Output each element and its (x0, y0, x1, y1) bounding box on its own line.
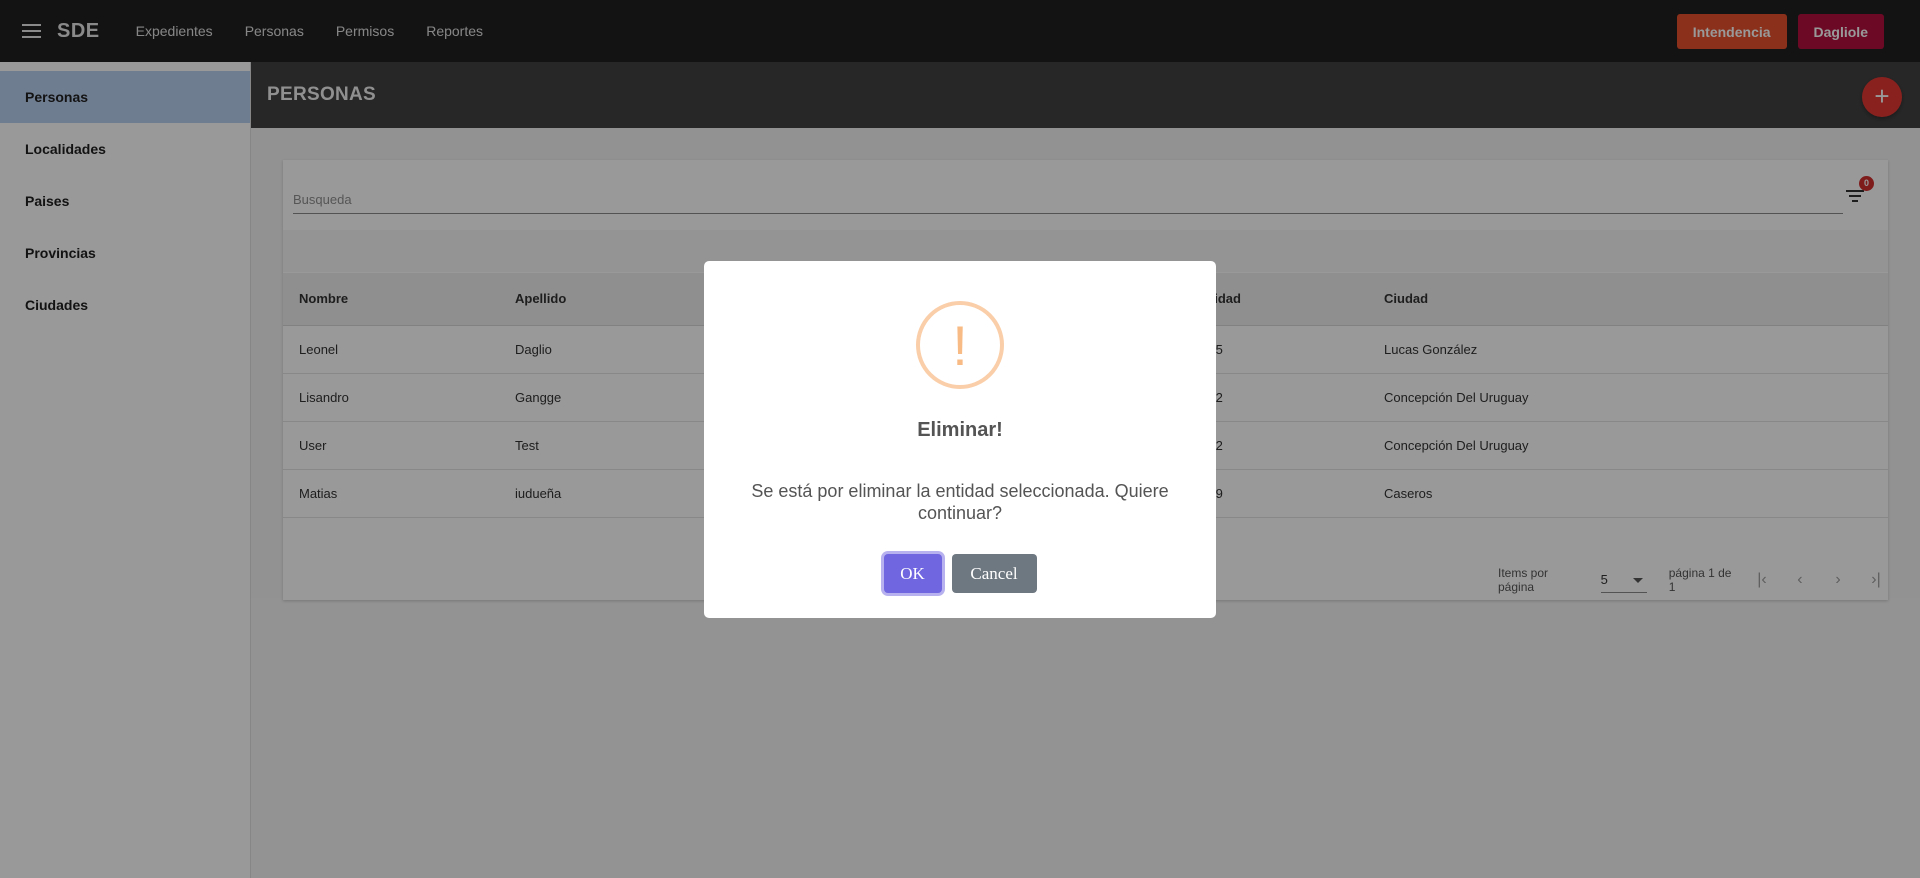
cancel-button[interactable]: Cancel (951, 554, 1037, 593)
ok-button[interactable]: OK (883, 554, 942, 593)
dialog-actions: OK Cancel (704, 554, 1216, 593)
dialog-message: Se está por eliminar la entidad seleccio… (751, 481, 1169, 523)
dialog-title: Eliminar! (917, 419, 1003, 441)
warning-icon: ! (916, 301, 1004, 389)
delete-confirm-dialog: ! Eliminar! Se está por eliminar la enti… (704, 261, 1216, 618)
